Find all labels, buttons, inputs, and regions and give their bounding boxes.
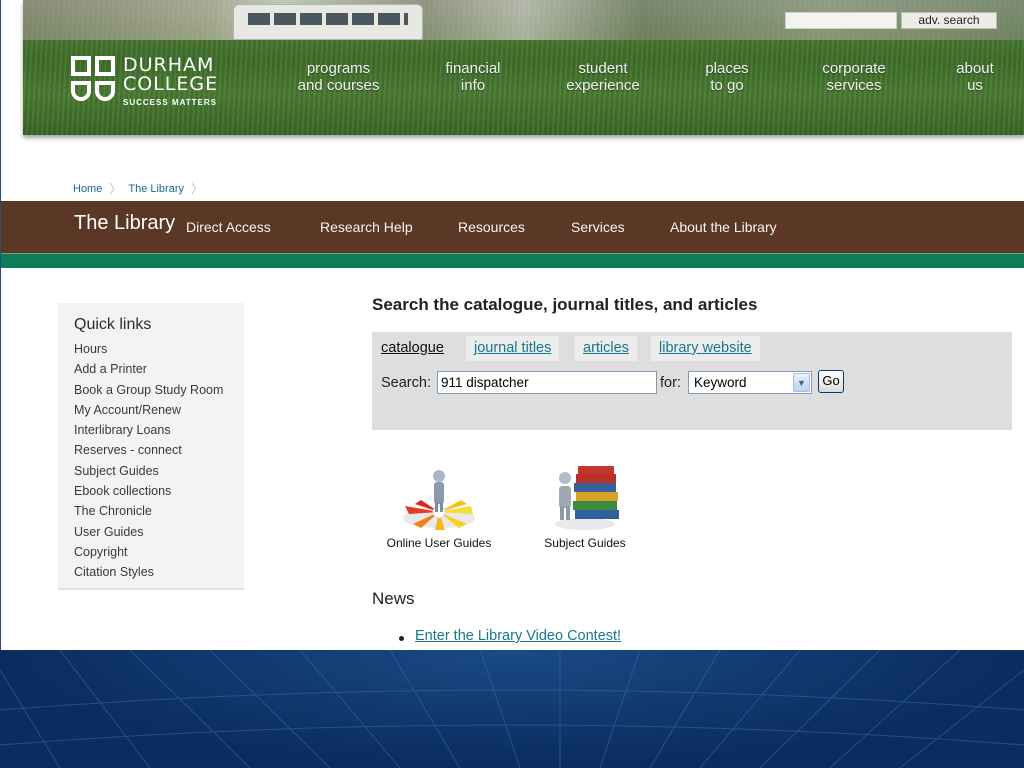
- search-input[interactable]: [437, 371, 657, 394]
- tab-library-website[interactable]: library website: [651, 336, 760, 361]
- news-list: Enter the Library Video Contest!: [399, 628, 621, 644]
- for-label: for:: [660, 375, 681, 391]
- quick-link-citation[interactable]: Citation Styles: [74, 562, 223, 582]
- browser-viewport: adv. search DURHAM COLLEGE SUCCESS MATTE…: [0, 0, 1024, 650]
- nav-about-us[interactable]: about us: [949, 60, 1001, 94]
- quick-link-chronicle[interactable]: The Chronicle: [74, 501, 223, 521]
- header-banner: adv. search DURHAM COLLEGE SUCCESS MATTE…: [23, 0, 1024, 135]
- quick-links-title: Quick links: [74, 316, 152, 333]
- breadcrumb-separator-icon: 〉: [109, 182, 122, 196]
- quick-link-reserves[interactable]: Reserves - connect: [74, 440, 223, 460]
- quick-link-add-printer[interactable]: Add a Printer: [74, 359, 223, 379]
- nav-places-to-go[interactable]: places to go: [695, 60, 759, 94]
- user-guides-icon: [399, 462, 479, 532]
- nav-student-experience[interactable]: student experience: [559, 60, 647, 94]
- quick-links-list: Hours Add a Printer Book a Group Study R…: [74, 339, 223, 583]
- libnav-research-help[interactable]: Research Help: [320, 219, 413, 235]
- quick-link-book-room[interactable]: Book a Group Study Room: [74, 380, 223, 400]
- tab-articles[interactable]: articles: [575, 336, 637, 361]
- quick-link-user-guides[interactable]: User Guides: [74, 522, 223, 542]
- adv-search-button[interactable]: adv. search: [901, 12, 997, 29]
- banner-photo-bus: [233, 4, 423, 40]
- search-type-select[interactable]: Keyword ▼: [688, 371, 812, 394]
- subject-guides-link[interactable]: Subject Guides: [534, 462, 636, 550]
- breadcrumb-library[interactable]: The Library: [128, 183, 184, 195]
- quick-links-panel: Quick links Hours Add a Printer Book a G…: [58, 303, 244, 590]
- quick-link-interlibrary[interactable]: Interlibrary Loans: [74, 420, 223, 440]
- go-button[interactable]: Go: [818, 370, 844, 393]
- subject-guides-label: Subject Guides: [544, 536, 626, 550]
- nav-corporate-services[interactable]: corporate services: [813, 60, 895, 94]
- slide-background: [0, 650, 1024, 768]
- libnav-resources[interactable]: Resources: [458, 219, 525, 235]
- quick-link-subject-guides[interactable]: Subject Guides: [74, 461, 223, 481]
- search-heading: Search the catalogue, journal titles, an…: [372, 295, 758, 314]
- quick-link-my-account[interactable]: My Account/Renew: [74, 400, 223, 420]
- news-item-video-contest[interactable]: Enter the Library Video Contest!: [399, 628, 621, 644]
- libnav-about-library[interactable]: About the Library: [670, 219, 777, 235]
- breadcrumb-separator-icon: 〉: [191, 182, 204, 196]
- libnav-services[interactable]: Services: [571, 219, 625, 235]
- online-user-guides-link[interactable]: Online User Guides: [379, 462, 499, 550]
- quick-search-input[interactable]: [785, 12, 897, 29]
- tab-catalogue[interactable]: catalogue: [373, 336, 452, 361]
- online-user-guides-label: Online User Guides: [386, 536, 492, 550]
- tab-journal-titles[interactable]: journal titles: [466, 336, 560, 361]
- chevron-down-icon[interactable]: ▼: [793, 373, 810, 392]
- quick-link-copyright[interactable]: Copyright: [74, 542, 223, 562]
- main-nav: programs and courses financial info studen…: [23, 60, 1024, 100]
- library-title[interactable]: The Library: [74, 212, 175, 235]
- breadcrumb: Home 〉 The Library 〉: [73, 180, 210, 197]
- quick-link-hours[interactable]: Hours: [74, 339, 223, 359]
- libnav-direct-access[interactable]: Direct Access: [186, 219, 271, 235]
- books-icon: [545, 462, 625, 532]
- search-type-value: Keyword: [694, 375, 747, 390]
- library-bar-accent: [1, 253, 1024, 268]
- search-label: Search:: [381, 375, 431, 391]
- nav-programs[interactable]: programs and courses: [291, 60, 386, 94]
- breadcrumb-home[interactable]: Home: [73, 183, 102, 195]
- nav-financial-info[interactable]: financial info: [435, 60, 511, 94]
- news-heading: News: [372, 589, 415, 608]
- search-panel: catalogue journal titles articles librar…: [372, 332, 1012, 430]
- quick-link-ebooks[interactable]: Ebook collections: [74, 481, 223, 501]
